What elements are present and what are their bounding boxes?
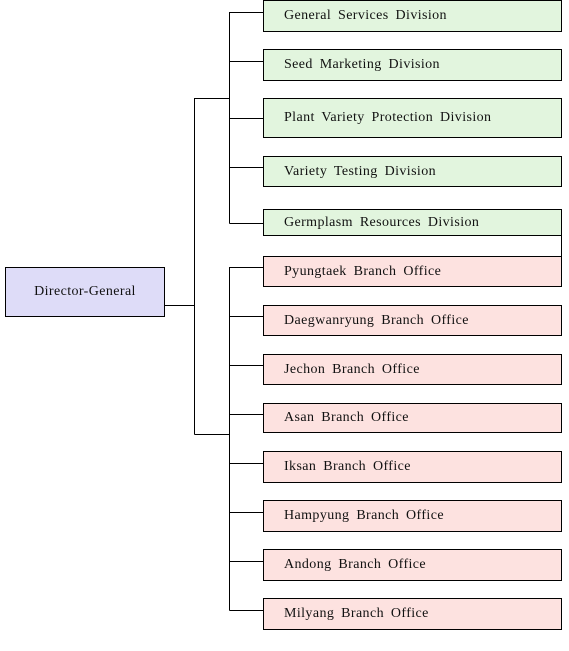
branch-office-label: Daegwanryung Branch Office — [284, 312, 469, 328]
division-box: Plant Variety Protection Division — [263, 98, 562, 138]
branch-office-label: Andong Branch Office — [284, 557, 427, 572]
branch-office-box: Daegwanryung Branch Office — [263, 305, 562, 336]
branch-office-label: Hampyung Branch Office — [284, 508, 444, 523]
division-label: Plant Variety Protection Division — [284, 110, 492, 125]
branch-office-label: Asan Branch Office — [284, 410, 409, 425]
branch-office-box: Asan Branch Office — [263, 403, 562, 433]
branch-office-box: Jechon Branch Office — [263, 354, 562, 385]
director-connector — [165, 98, 230, 435]
branch-office-box: Iksan Branch Office — [263, 451, 562, 483]
division-box: Seed Marketing Division — [263, 49, 562, 81]
division-label: Germplasm Resources Division — [284, 214, 480, 230]
branch-bus — [229, 267, 263, 611]
branch-office-label: Milyang Branch Office — [284, 606, 429, 621]
branch-office-box: Pyungtaek Branch Office — [263, 256, 562, 287]
branch-office-label: Jechon Branch Office — [284, 361, 420, 377]
division-box: Germplasm Resources Division — [263, 209, 562, 236]
director-general-box: Director-General — [5, 267, 165, 317]
branch-office-box: Hampyung Branch Office — [263, 500, 562, 532]
branch-office-label: Iksan Branch Office — [284, 459, 411, 474]
division-box: General Services Division — [263, 0, 562, 32]
branch-office-label: Pyungtaek Branch Office — [284, 263, 442, 279]
division-label: General Services Division — [284, 8, 447, 23]
division-label: Variety Testing Division — [284, 163, 437, 179]
director-general-label: Director-General — [34, 284, 136, 299]
org-chart: Director-General General Services Divisi… — [0, 0, 569, 651]
branch-office-box: Milyang Branch Office — [263, 598, 562, 630]
division-box: Variety Testing Division — [263, 156, 562, 187]
division-bus — [229, 12, 263, 224]
division-label: Seed Marketing Division — [284, 57, 440, 72]
branch-office-box: Andong Branch Office — [263, 549, 562, 581]
